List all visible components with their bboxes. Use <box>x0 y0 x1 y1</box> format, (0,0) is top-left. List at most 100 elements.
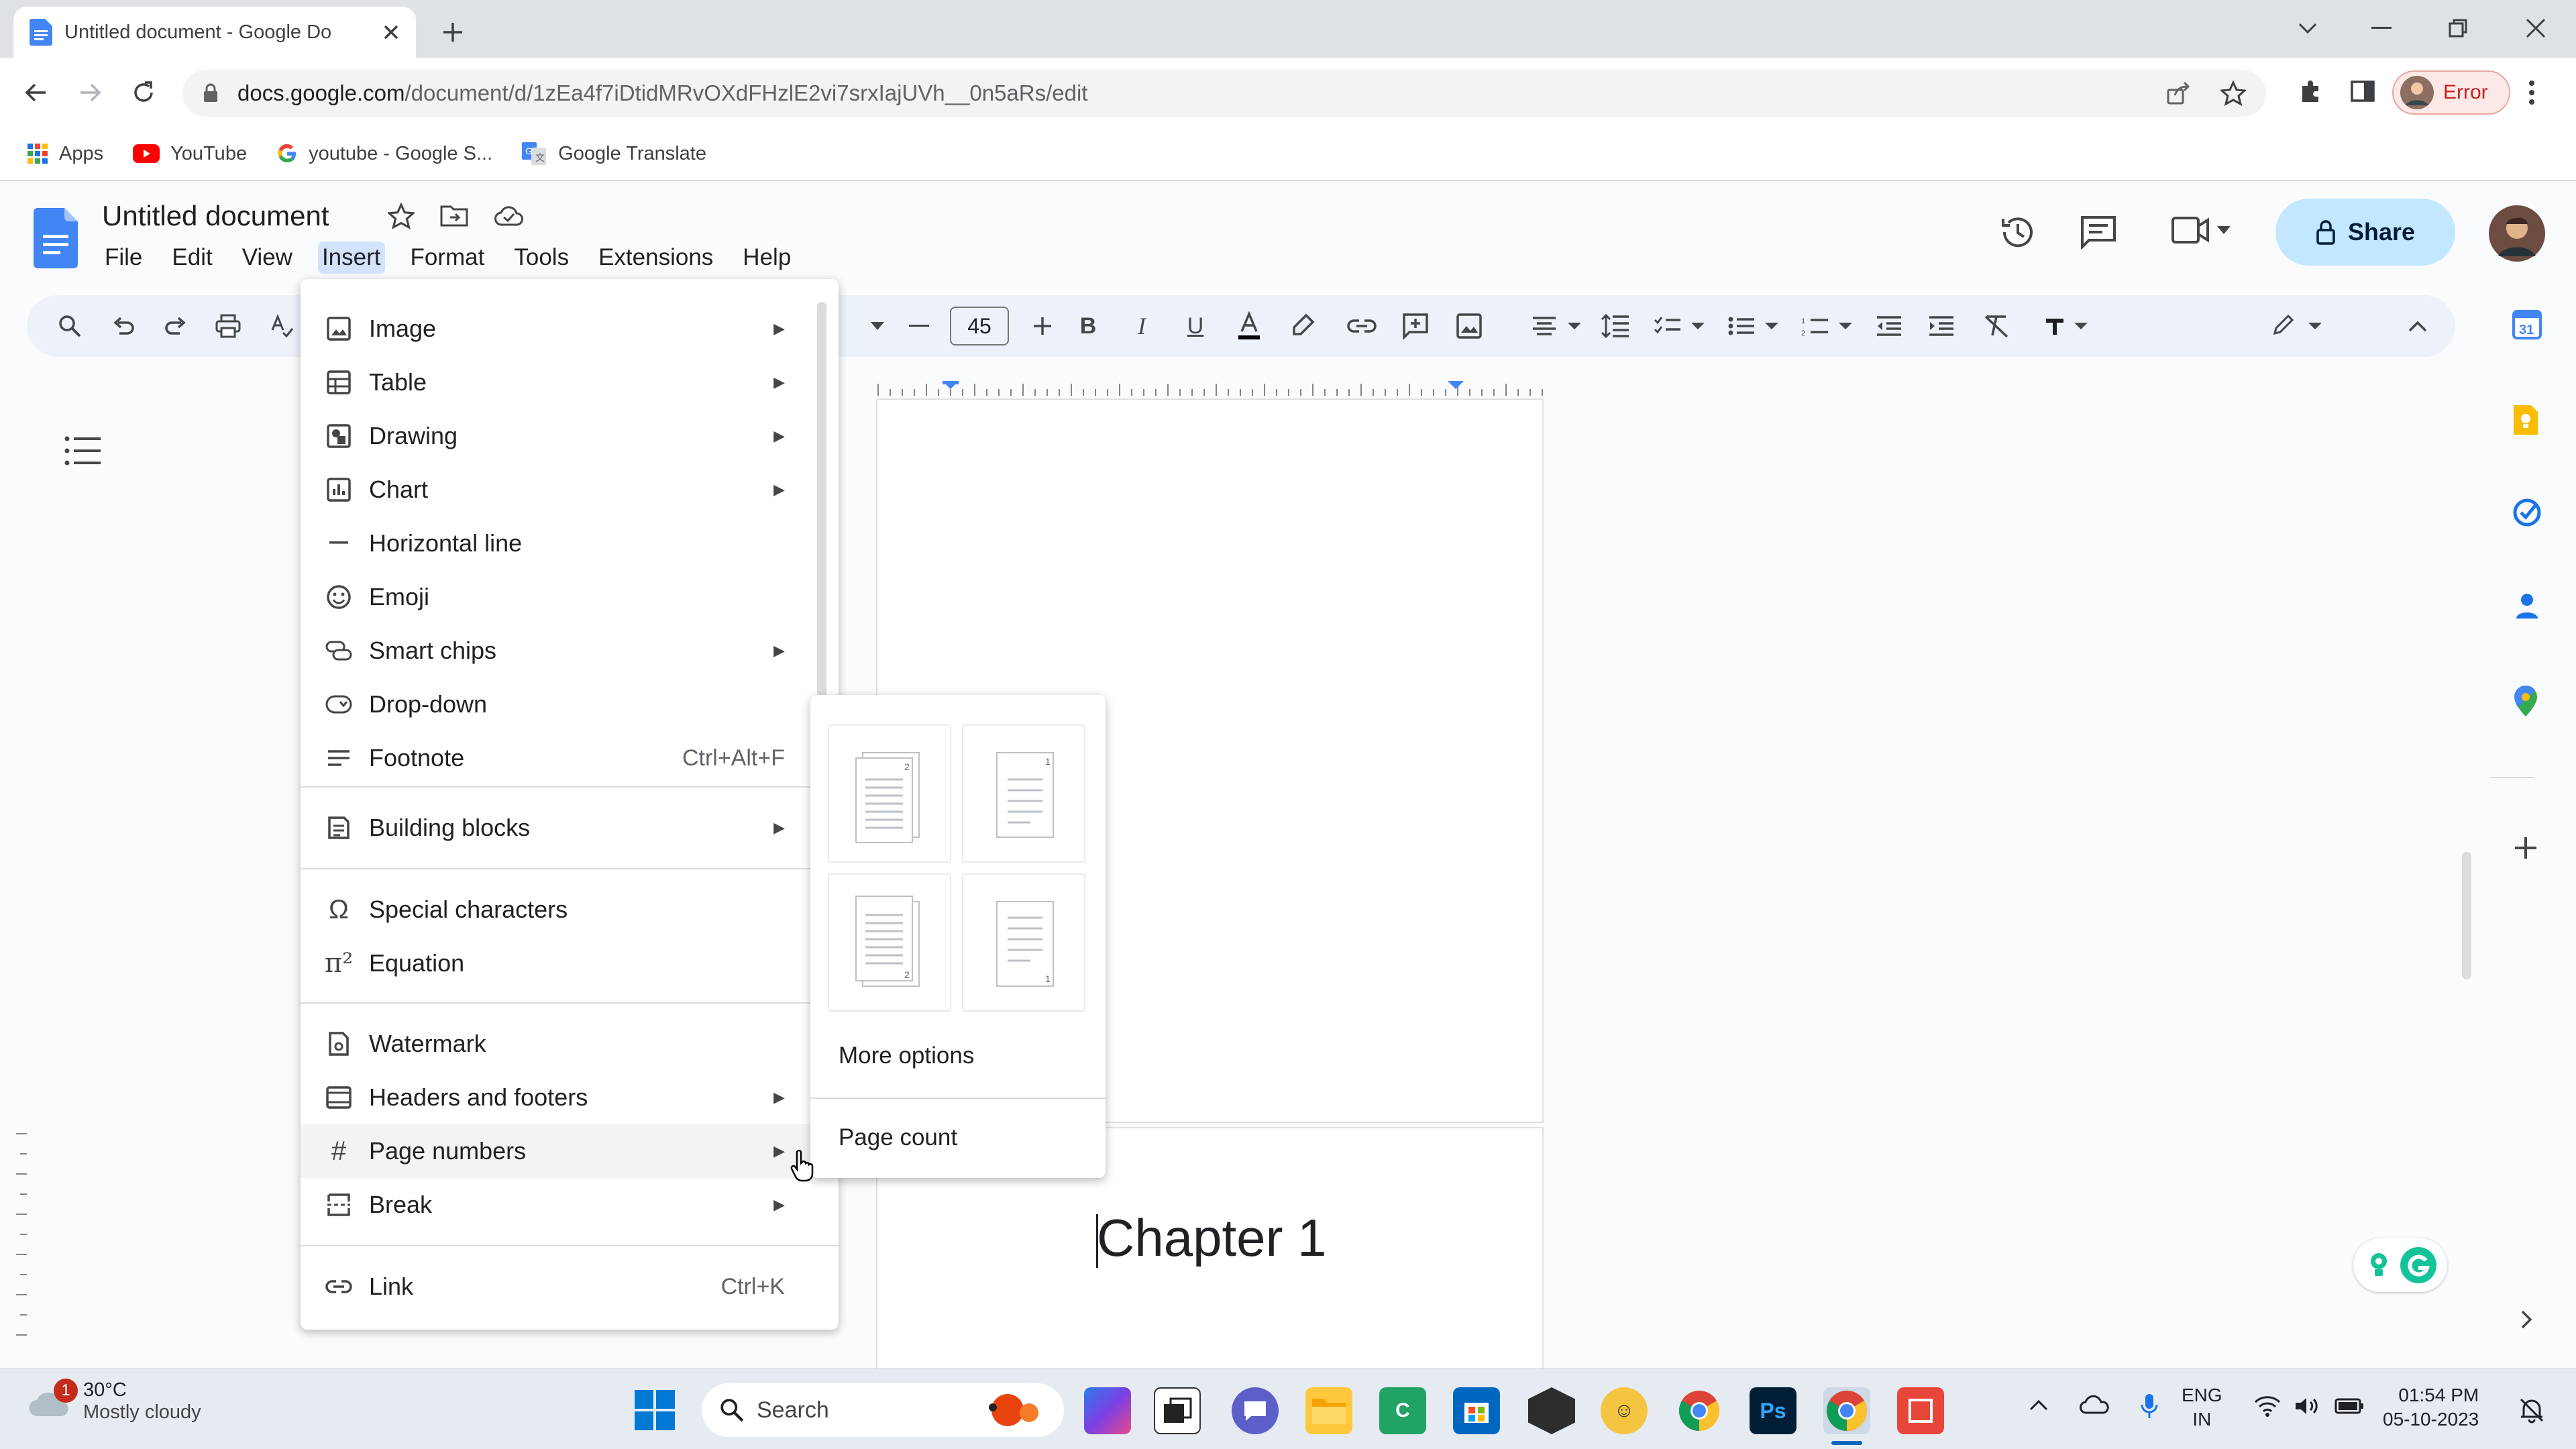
bookmark-apps[interactable]: Apps <box>27 143 103 165</box>
account-avatar[interactable] <box>2489 205 2545 262</box>
docs-logo-icon[interactable] <box>34 208 78 268</box>
bold-icon[interactable]: B <box>1072 310 1104 342</box>
menu-edit[interactable]: Edit <box>168 241 216 274</box>
menu-item-horizontal-line[interactable]: Horizontal line <box>301 517 839 570</box>
decrease-indent-icon[interactable] <box>1873 310 1905 342</box>
document-title[interactable]: Untitled document <box>102 200 329 232</box>
menu-item-image[interactable]: Image ▶ <box>301 302 839 356</box>
meet-button[interactable] <box>2171 215 2231 246</box>
add-comment-icon[interactable] <box>1399 310 1432 342</box>
share-page-icon[interactable] <box>2165 80 2191 106</box>
chrome-active-icon[interactable] <box>1823 1387 1870 1434</box>
page-number-option-bottom-right-all[interactable]: 2 <box>828 873 951 1012</box>
file-explorer-icon[interactable] <box>1305 1387 1352 1434</box>
bookmark-star-icon[interactable] <box>2220 80 2246 106</box>
chrome-profile-icon[interactable] <box>1676 1387 1723 1434</box>
restore-window-button[interactable] <box>2431 7 2485 50</box>
comments-icon[interactable] <box>2080 215 2117 250</box>
numbered-list-menu[interactable]: 12 <box>1798 310 1858 342</box>
taskbar-clock[interactable]: 01:54 PM 05-10-2023 <box>2383 1383 2479 1432</box>
game-app-icon[interactable]: ☺ <box>1601 1387 1648 1434</box>
hide-menus-chevron-icon[interactable] <box>2402 310 2434 342</box>
menu-insert[interactable]: Insert <box>317 241 385 274</box>
font-size-input[interactable]: 45 <box>950 307 1009 345</box>
menu-item-headers-and-footers[interactable]: Headers and footers ▶ <box>301 1071 839 1124</box>
language-indicator[interactable]: ENG IN <box>2182 1383 2222 1432</box>
print-icon[interactable] <box>212 310 244 342</box>
insert-link-icon[interactable] <box>1346 310 1378 342</box>
microsoft-store-icon[interactable] <box>1453 1387 1500 1434</box>
profile-error-chip[interactable]: Error <box>2392 70 2510 115</box>
menu-item-page-numbers[interactable]: # Page numbers ▶ <box>301 1124 839 1178</box>
side-panel-expand-icon[interactable] <box>2520 1309 2533 1330</box>
google-contacts-icon[interactable] <box>2512 590 2546 624</box>
cloud-saved-icon[interactable] <box>494 205 525 227</box>
google-keep-icon[interactable] <box>2512 404 2546 437</box>
decrease-font-size-icon[interactable] <box>903 310 935 342</box>
highlight-color-icon[interactable] <box>1287 310 1319 342</box>
menu-extensions[interactable]: Extensions <box>594 241 717 274</box>
forward-button[interactable] <box>70 72 110 113</box>
move-folder-icon[interactable] <box>440 204 468 228</box>
menu-item-chart[interactable]: Chart ▶ <box>301 463 839 517</box>
document-heading-text[interactable]: Chapter 1 <box>1097 1208 1327 1269</box>
google-maps-icon[interactable] <box>2512 684 2546 718</box>
undo-icon[interactable] <box>107 310 140 342</box>
minimize-window-button[interactable] <box>2355 7 2408 50</box>
reload-button[interactable] <box>123 72 164 113</box>
grammarly-widget[interactable] <box>2353 1238 2447 1292</box>
bookmark-google-translate[interactable]: G文 Google Translate <box>522 142 706 165</box>
get-addons-plus-icon[interactable] <box>2512 835 2546 868</box>
menu-item-special-characters[interactable]: Ω Special characters <box>301 883 839 936</box>
menu-item-emoji[interactable]: Emoji <box>301 570 839 624</box>
system-tray-status[interactable] <box>2254 1395 2364 1417</box>
page-count-item[interactable]: Page count <box>839 1124 957 1151</box>
tab-search-chevron-icon[interactable] <box>2281 7 2334 50</box>
microphone-icon[interactable] <box>2140 1393 2159 1419</box>
show-hidden-icons-chevron[interactable] <box>2029 1398 2049 1411</box>
vertical-ruler[interactable] <box>13 1127 30 1355</box>
new-tab-button[interactable] <box>433 12 473 52</box>
insert-image-icon[interactable] <box>1453 310 1485 342</box>
star-icon[interactable] <box>388 203 415 229</box>
increase-indent-icon[interactable] <box>1925 310 1957 342</box>
page-number-option-bottom-right-skip-first[interactable]: 1 <box>962 873 1085 1012</box>
google-tasks-icon[interactable] <box>2512 498 2546 531</box>
close-window-button[interactable] <box>2509 7 2563 50</box>
checklist-menu[interactable] <box>1650 310 1711 342</box>
bookmark-youtube[interactable]: YouTube <box>133 143 247 165</box>
menu-item-drop-down[interactable]: Drop-down <box>301 678 839 731</box>
side-panel-icon[interactable] <box>2349 78 2376 105</box>
photoshop-icon[interactable]: Ps <box>1750 1387 1796 1434</box>
taskbar-search[interactable]: Search <box>702 1383 1064 1437</box>
menu-scrollbar[interactable] <box>817 302 826 698</box>
chrome-menu-icon[interactable] <box>2528 79 2536 106</box>
input-tools-menu[interactable] <box>2042 310 2096 342</box>
menu-item-break[interactable]: Break ▶ <box>301 1178 839 1232</box>
clear-formatting-icon[interactable] <box>1980 310 2012 342</box>
search-menus-icon[interactable] <box>54 310 86 342</box>
spellcheck-icon[interactable] <box>266 310 298 342</box>
page-scrollbar[interactable] <box>2462 852 2471 979</box>
menu-item-building-blocks[interactable]: Building blocks ▶ <box>301 801 839 855</box>
underline-icon[interactable]: U <box>1179 310 1212 342</box>
browser-tab[interactable]: Untitled document - Google Do <box>13 7 416 58</box>
camtasia-recorder-icon[interactable] <box>1897 1387 1944 1434</box>
copilot-taskbar-icon[interactable] <box>1084 1387 1131 1434</box>
page-number-option-top-right-all[interactable]: 2 <box>828 724 951 863</box>
menu-item-equation[interactable]: π² Equation <box>301 936 839 990</box>
menu-help[interactable]: Help <box>739 241 795 274</box>
menu-item-smart-chips[interactable]: Smart chips ▶ <box>301 624 839 678</box>
align-menu[interactable] <box>1527 310 1587 342</box>
address-bar[interactable]: docs.google.com/document/d/1zEa4f7iDtidM… <box>182 70 2266 117</box>
bookmark-google-search[interactable]: youtube - Google S... <box>276 143 492 165</box>
weather-widget[interactable]: 1 30°C Mostly cloudy <box>27 1379 201 1424</box>
redo-icon[interactable] <box>160 310 192 342</box>
menu-item-drawing[interactable]: Drawing ▶ <box>301 409 839 463</box>
italic-icon[interactable]: I <box>1126 310 1158 342</box>
more-options-item[interactable]: More options <box>839 1042 974 1069</box>
document-outline-icon[interactable] <box>64 436 102 466</box>
menu-tools[interactable]: Tools <box>510 241 573 274</box>
page-number-option-top-right-skip-first[interactable]: 1 <box>962 724 1085 863</box>
increase-font-size-icon[interactable] <box>1026 310 1059 342</box>
